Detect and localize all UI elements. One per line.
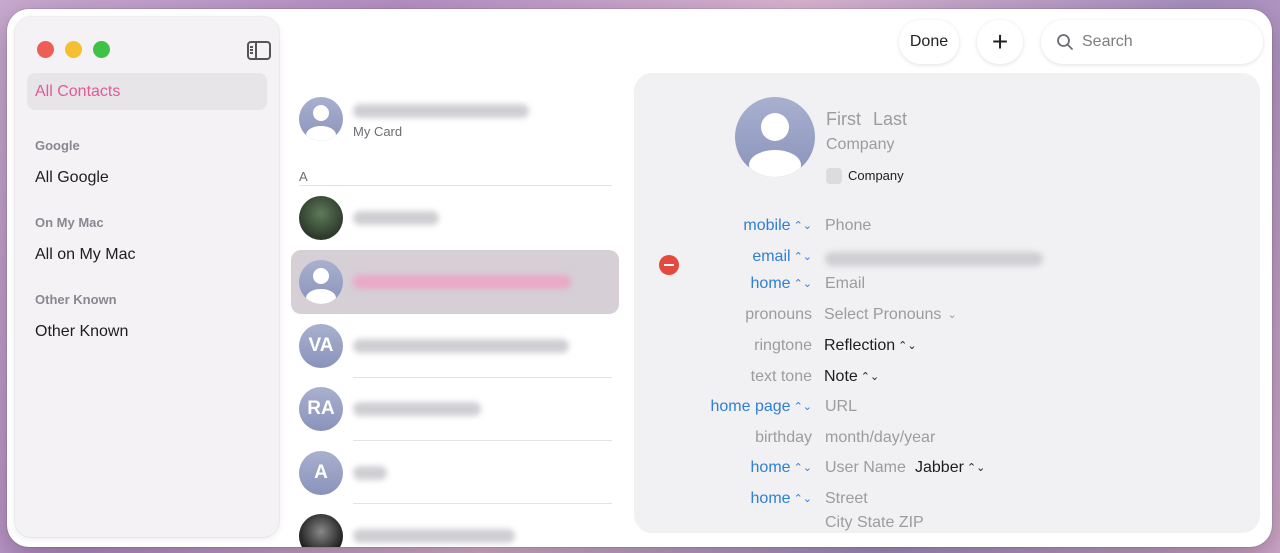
url-field[interactable]: URL — [825, 398, 857, 416]
contact-avatar-initials: A — [299, 451, 343, 495]
avatar-initials: A — [314, 462, 328, 483]
contact-name-redacted — [353, 211, 439, 225]
sidebar: All Contacts Google All Google On My Mac… — [15, 17, 279, 537]
contact-avatar-photo — [299, 514, 343, 547]
row-divider — [353, 440, 612, 441]
updown-chevron-icon: ⌃⌄ — [793, 251, 812, 263]
pronouns-value: Select Pronouns — [824, 306, 942, 323]
im-service-value: Jabber — [915, 459, 964, 476]
updown-chevron-icon: ⌃⌄ — [898, 340, 917, 352]
texttone-value: Note — [824, 368, 858, 385]
add-contact-button[interactable]: + — [977, 20, 1023, 64]
company-checkbox-label: Company — [848, 168, 904, 183]
url-type-popup[interactable]: home page ⌃⌄ — [674, 398, 813, 416]
im-type-popup[interactable]: home ⌃⌄ — [694, 459, 812, 477]
company-field[interactable]: Company — [826, 136, 894, 154]
url-type-label: home page — [710, 398, 791, 415]
address-type-label: home — [750, 490, 791, 507]
contact-avatar-photo — [299, 196, 343, 240]
sidebar-item-other-known[interactable]: Other Known — [35, 323, 128, 341]
updown-chevron-icon: ⌃⌄ — [793, 493, 812, 505]
contact-photo-avatar[interactable] — [735, 97, 815, 177]
sidebar-toggle-icon[interactable] — [247, 41, 271, 60]
contacts-window: All Contacts Google All Google On My Mac… — [7, 9, 1272, 547]
updown-chevron-icon: ⌃⌄ — [860, 371, 880, 383]
pronouns-popup[interactable]: Select Pronouns ⌄ — [824, 306, 957, 324]
my-card-avatar — [299, 97, 343, 141]
contact-name-redacted — [353, 275, 571, 289]
contact-avatar-initials: RA — [299, 387, 343, 431]
pronouns-label: pronouns — [745, 306, 812, 323]
row-divider — [353, 377, 612, 378]
sidebar-item-all-google[interactable]: All Google — [35, 169, 109, 187]
person-icon — [306, 268, 336, 304]
sidebar-item-all-contacts[interactable]: All Contacts — [27, 73, 267, 110]
person-icon — [749, 113, 801, 177]
search-field[interactable]: Search — [1041, 20, 1263, 64]
texttone-label: text tone — [750, 368, 812, 385]
contact-name-redacted — [353, 402, 481, 416]
city-state-zip-field[interactable]: City State ZIP — [825, 514, 924, 532]
updown-chevron-icon: ⌃⌄ — [793, 220, 812, 232]
street-field[interactable]: Street — [825, 490, 868, 508]
done-button[interactable]: Done — [899, 20, 959, 64]
search-icon — [1057, 34, 1073, 50]
contact-name-redacted — [353, 339, 569, 353]
ringtone-popup[interactable]: Reflection ⌃⌄ — [824, 337, 917, 355]
contact-detail-editor: First Last Company Company mobile ⌃⌄ Phon… — [634, 73, 1260, 533]
sidebar-header-on-my-mac: On My Mac — [35, 215, 104, 230]
remove-field-icon[interactable] — [659, 255, 679, 275]
birthday-label: birthday — [755, 429, 812, 446]
my-card-name-redacted — [353, 104, 529, 118]
updown-chevron-icon: ⌃⌄ — [793, 462, 812, 474]
ringtone-label: ringtone — [754, 337, 812, 354]
im-service-popup[interactable]: Jabber ⌃⌄ — [915, 459, 985, 477]
email2-type-label: home — [750, 275, 791, 292]
contact-name-redacted — [353, 466, 387, 480]
email-type-popup[interactable]: email ⌃⌄ — [694, 248, 812, 266]
first-name-field[interactable]: First — [826, 109, 861, 130]
zoom-window-button[interactable] — [93, 41, 110, 58]
email-field[interactable]: Email — [825, 275, 865, 293]
im-username-field[interactable]: User Name — [825, 459, 906, 477]
minimize-window-button[interactable] — [65, 41, 82, 58]
birthday-field[interactable]: month/day/year — [825, 429, 935, 447]
phone-type-label: mobile — [743, 217, 791, 234]
chevron-down-icon: ⌄ — [944, 309, 957, 321]
contact-avatar — [299, 260, 343, 304]
last-name-field[interactable]: Last — [873, 109, 907, 130]
phone-type-popup[interactable]: mobile ⌃⌄ — [694, 217, 812, 235]
email-value-redacted[interactable] — [825, 252, 1043, 266]
sidebar-header-google: Google — [35, 138, 80, 153]
row-divider — [353, 503, 612, 504]
updown-chevron-icon: ⌃⌄ — [793, 401, 812, 413]
sidebar-header-other-known: Other Known — [35, 292, 117, 307]
avatar-initials: RA — [307, 398, 335, 419]
texttone-popup[interactable]: Note ⌃⌄ — [824, 368, 879, 386]
contact-name-redacted — [353, 529, 515, 543]
phone-field[interactable]: Phone — [825, 217, 871, 235]
section-divider — [299, 185, 612, 186]
updown-chevron-icon: ⌃⌄ — [966, 462, 986, 474]
ringtone-value: Reflection — [824, 337, 896, 354]
close-window-button[interactable] — [37, 41, 54, 58]
my-card-subtitle: My Card — [353, 124, 403, 139]
sidebar-item-all-on-my-mac[interactable]: All on My Mac — [35, 246, 135, 264]
avatar-initials: VA — [308, 335, 334, 356]
contact-avatar-initials: VA — [299, 324, 343, 368]
updown-chevron-icon: ⌃⌄ — [793, 278, 812, 290]
search-placeholder: Search — [1082, 33, 1133, 50]
email2-type-popup[interactable]: home ⌃⌄ — [694, 275, 812, 293]
address-type-popup[interactable]: home ⌃⌄ — [694, 490, 812, 508]
section-header-a: A — [299, 169, 308, 184]
email-type-label: email — [752, 248, 791, 265]
im-type-label: home — [750, 459, 791, 476]
company-checkbox[interactable] — [826, 168, 842, 184]
person-icon — [306, 105, 336, 141]
